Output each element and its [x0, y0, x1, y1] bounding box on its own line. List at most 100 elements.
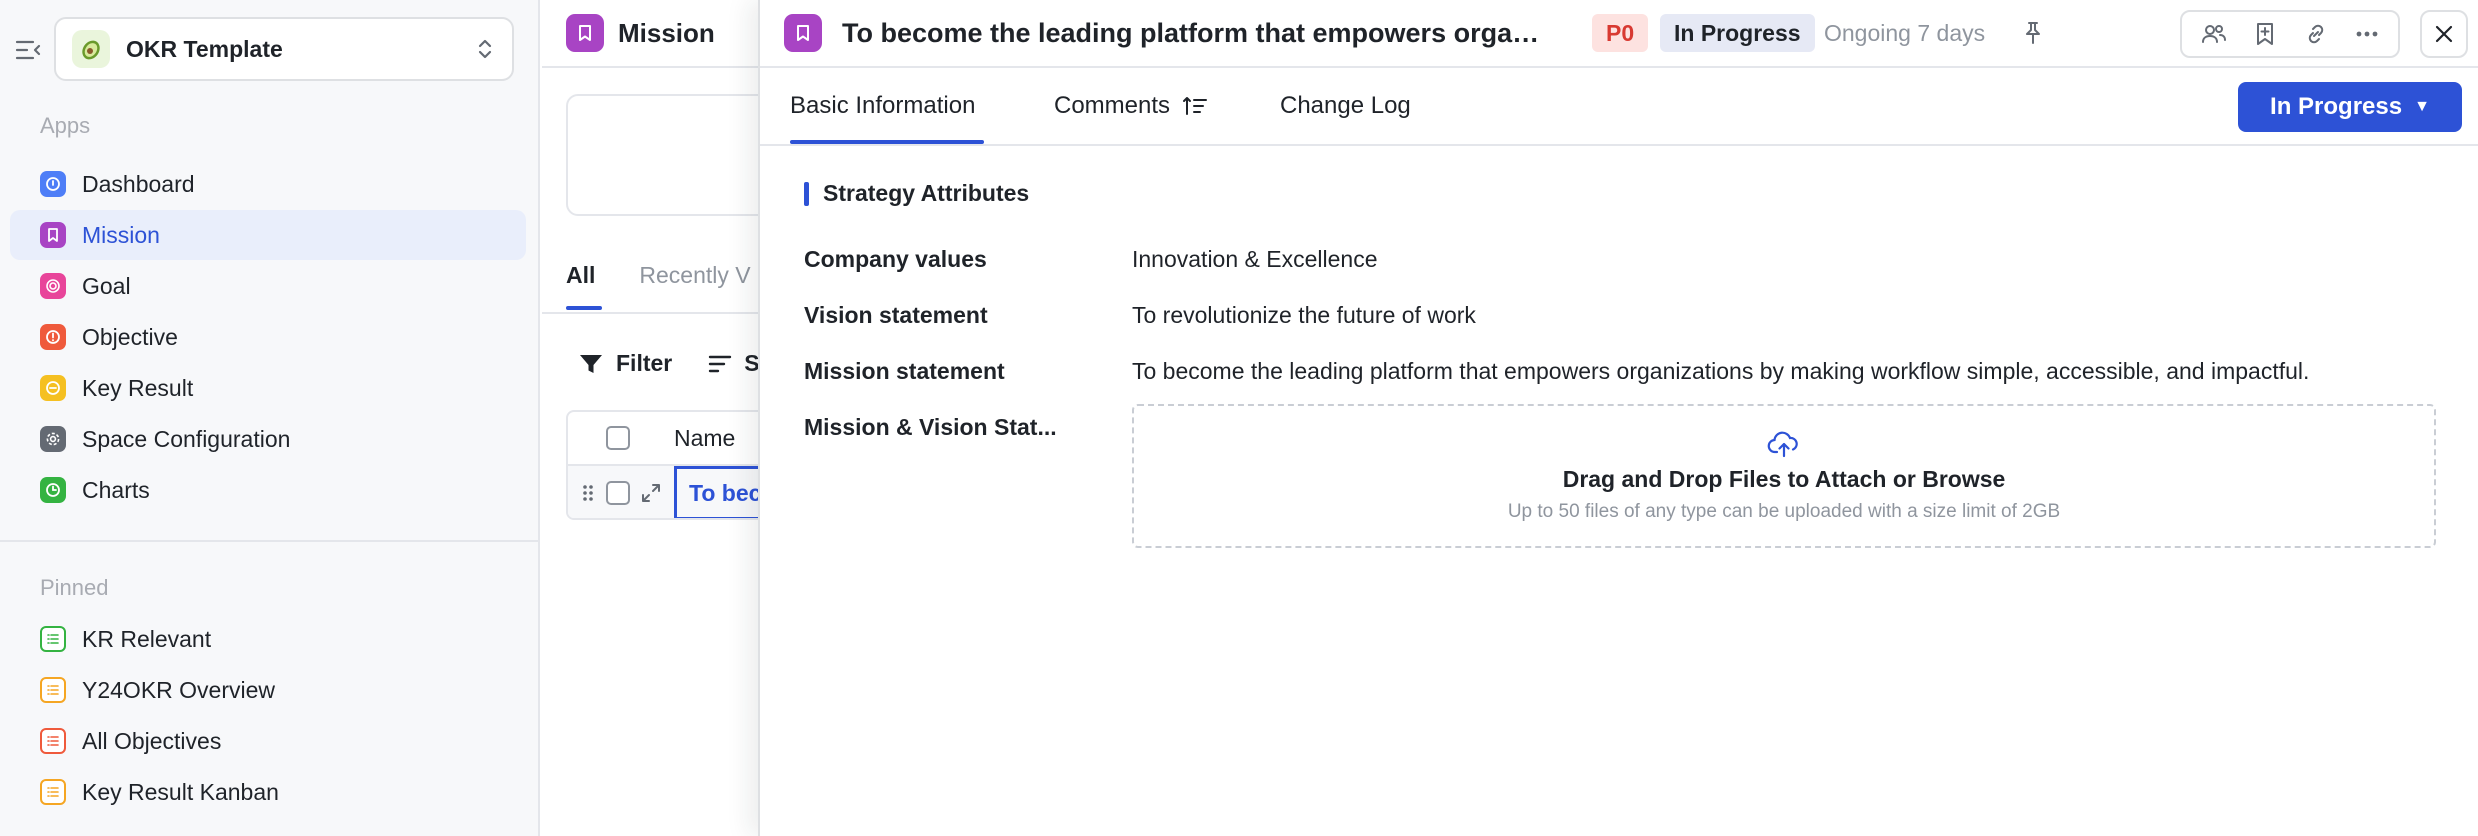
sidebar-item-label: Space Configuration	[82, 425, 291, 452]
table-header: Name	[568, 412, 762, 466]
file-upload-dropzone[interactable]: Drag and Drop Files to Attach or Browse …	[1132, 404, 2436, 548]
apps-nav: Dashboard Mission Goal Objective Key Res…	[10, 159, 526, 516]
clock-icon	[40, 477, 66, 503]
sidebar-item-goal[interactable]: Goal	[10, 261, 526, 311]
view-header: Mission	[566, 14, 715, 52]
sidebar-item-dashboard[interactable]: Dashboard	[10, 159, 526, 209]
active-tab-indicator	[566, 306, 602, 310]
tab-comments[interactable]: Comments	[1054, 92, 1208, 120]
sort-icon	[709, 355, 732, 372]
caret-down-icon: ▼	[2414, 98, 2430, 115]
field-label-company-values: Company values	[804, 246, 987, 272]
field-label-vision-statement: Vision statement	[804, 302, 988, 328]
record-detail-drawer: To become the leading platform that empo…	[758, 0, 2478, 836]
pin-icon[interactable]	[2018, 18, 2048, 48]
section-title: Strategy Attributes	[823, 180, 1030, 206]
gear-icon	[40, 426, 66, 452]
sidebar-item-key-result[interactable]: Key Result	[10, 363, 526, 413]
records-table: Name To bec	[566, 410, 762, 520]
table-row[interactable]: To bec	[568, 466, 762, 518]
bookmark-add-icon[interactable]	[2245, 14, 2285, 54]
list-view-icon	[40, 779, 66, 805]
avocado-logo-icon	[72, 30, 110, 68]
tab-basic-information[interactable]: Basic Information	[790, 92, 975, 120]
tab-recently-viewed[interactable]: Recently V	[639, 262, 750, 289]
filter-label: Filter	[616, 350, 673, 376]
select-all-checkbox[interactable]	[606, 426, 630, 450]
sidebar-item-space-configuration[interactable]: Space Configuration	[10, 414, 526, 464]
header-actions	[2180, 10, 2400, 58]
priority-badge: P0	[1592, 14, 1649, 52]
record-title: To become the leading platform that empo…	[842, 18, 1542, 48]
more-options-icon[interactable]	[2347, 14, 2387, 54]
sidebar-item-label: Y24OKR Overview	[82, 676, 276, 703]
pinned-item-all-objectives[interactable]: All Objectives	[10, 716, 526, 766]
sort-order-icon[interactable]	[1182, 94, 1208, 118]
link-icon[interactable]	[2296, 14, 2336, 54]
sidebar-item-label: Dashboard	[82, 170, 195, 197]
tab-label: Change Log	[1280, 92, 1411, 119]
drawer-tabs: Basic Information Comments Change Log	[760, 70, 2478, 146]
expand-icon[interactable]	[638, 482, 664, 504]
status-dropdown-label: In Progress	[2270, 93, 2403, 120]
view-tabs: All Recently V	[566, 262, 762, 289]
ongoing-duration: Ongoing 7 days	[1824, 20, 1986, 46]
column-header-name: Name	[674, 424, 736, 451]
filter-icon	[580, 354, 602, 373]
sidebar-item-label: Goal	[82, 272, 131, 299]
bookmark-icon	[784, 14, 822, 52]
sidebar-item-charts[interactable]: Charts	[10, 465, 526, 515]
sidebar-divider	[0, 540, 540, 542]
apps-section-title: Apps	[40, 113, 91, 138]
list-view-icon	[40, 728, 66, 754]
pinned-section-title: Pinned	[40, 575, 109, 600]
status-dropdown-button[interactable]: In Progress ▼	[2238, 82, 2462, 132]
tab-label: Basic Information	[790, 92, 976, 119]
sidebar-item-label: KR Relevant	[82, 625, 212, 652]
sidebar-item-label: All Objectives	[82, 727, 222, 754]
field-label-mission-statement: Mission statement	[804, 358, 1005, 384]
drawer-header: To become the leading platform that empo…	[760, 0, 2478, 68]
workspace-switcher[interactable]: OKR Template	[54, 17, 514, 81]
pinned-item-key-result-kanban[interactable]: Key Result Kanban	[10, 767, 526, 817]
field-value-company-values[interactable]: Innovation & Excellence	[1132, 246, 1378, 273]
key-result-icon	[40, 375, 66, 401]
tab-label: Comments	[1054, 92, 1171, 119]
list-view-icon	[40, 677, 66, 703]
pinned-nav: KR Relevant Y24OKR Overview All Objectiv…	[10, 614, 526, 818]
sidebar-item-mission[interactable]: Mission	[10, 210, 526, 260]
chevron-up-down-icon	[474, 33, 496, 65]
section-accent-bar	[804, 181, 809, 206]
active-tab-indicator	[790, 140, 984, 144]
cloud-upload-icon	[1767, 431, 1798, 457]
pinned-item-y24okr-overview[interactable]: Y24OKR Overview	[10, 665, 526, 715]
upload-subtitle: Up to 50 files of any type can be upload…	[1507, 500, 2061, 522]
drag-handle-icon[interactable]	[578, 483, 598, 503]
sort-button[interactable]: S	[708, 350, 760, 377]
pinned-item-kr-relevant[interactable]: KR Relevant	[10, 614, 526, 664]
description-card	[566, 94, 762, 216]
row-name-cell[interactable]: To bec	[674, 466, 762, 518]
dashboard-icon	[40, 171, 66, 197]
bookmark-icon	[40, 222, 66, 248]
bookmark-icon	[566, 14, 604, 52]
sidebar-item-label: Key Result Kanban	[82, 778, 279, 805]
strategy-attributes-section: Strategy Attributes	[804, 180, 1029, 207]
workspace-name: OKR Template	[126, 35, 283, 62]
collapse-sidebar-icon[interactable]	[12, 36, 44, 64]
filter-button[interactable]: Filter	[578, 350, 672, 377]
sidebar-item-label: Charts	[82, 476, 150, 503]
field-value-vision-statement[interactable]: To revolutionize the future of work	[1132, 302, 1476, 329]
field-value-mission-statement[interactable]: To become the leading platform that empo…	[1132, 358, 2309, 385]
members-icon[interactable]	[2194, 14, 2234, 54]
close-icon[interactable]	[2420, 10, 2468, 58]
row-checkbox[interactable]	[606, 481, 630, 505]
field-label-mission-vision-attachment: Mission & Vision Stat...	[804, 414, 1057, 440]
sidebar-item-label: Objective	[82, 323, 178, 350]
tab-all[interactable]: All	[566, 262, 595, 289]
tabs-divider	[542, 312, 762, 314]
sidebar-item-objective[interactable]: Objective	[10, 312, 526, 362]
sidebar: OKR Template Apps Dashboard Mission Goal	[0, 0, 540, 836]
header-divider	[542, 66, 762, 68]
tab-change-log[interactable]: Change Log	[1280, 92, 1411, 120]
